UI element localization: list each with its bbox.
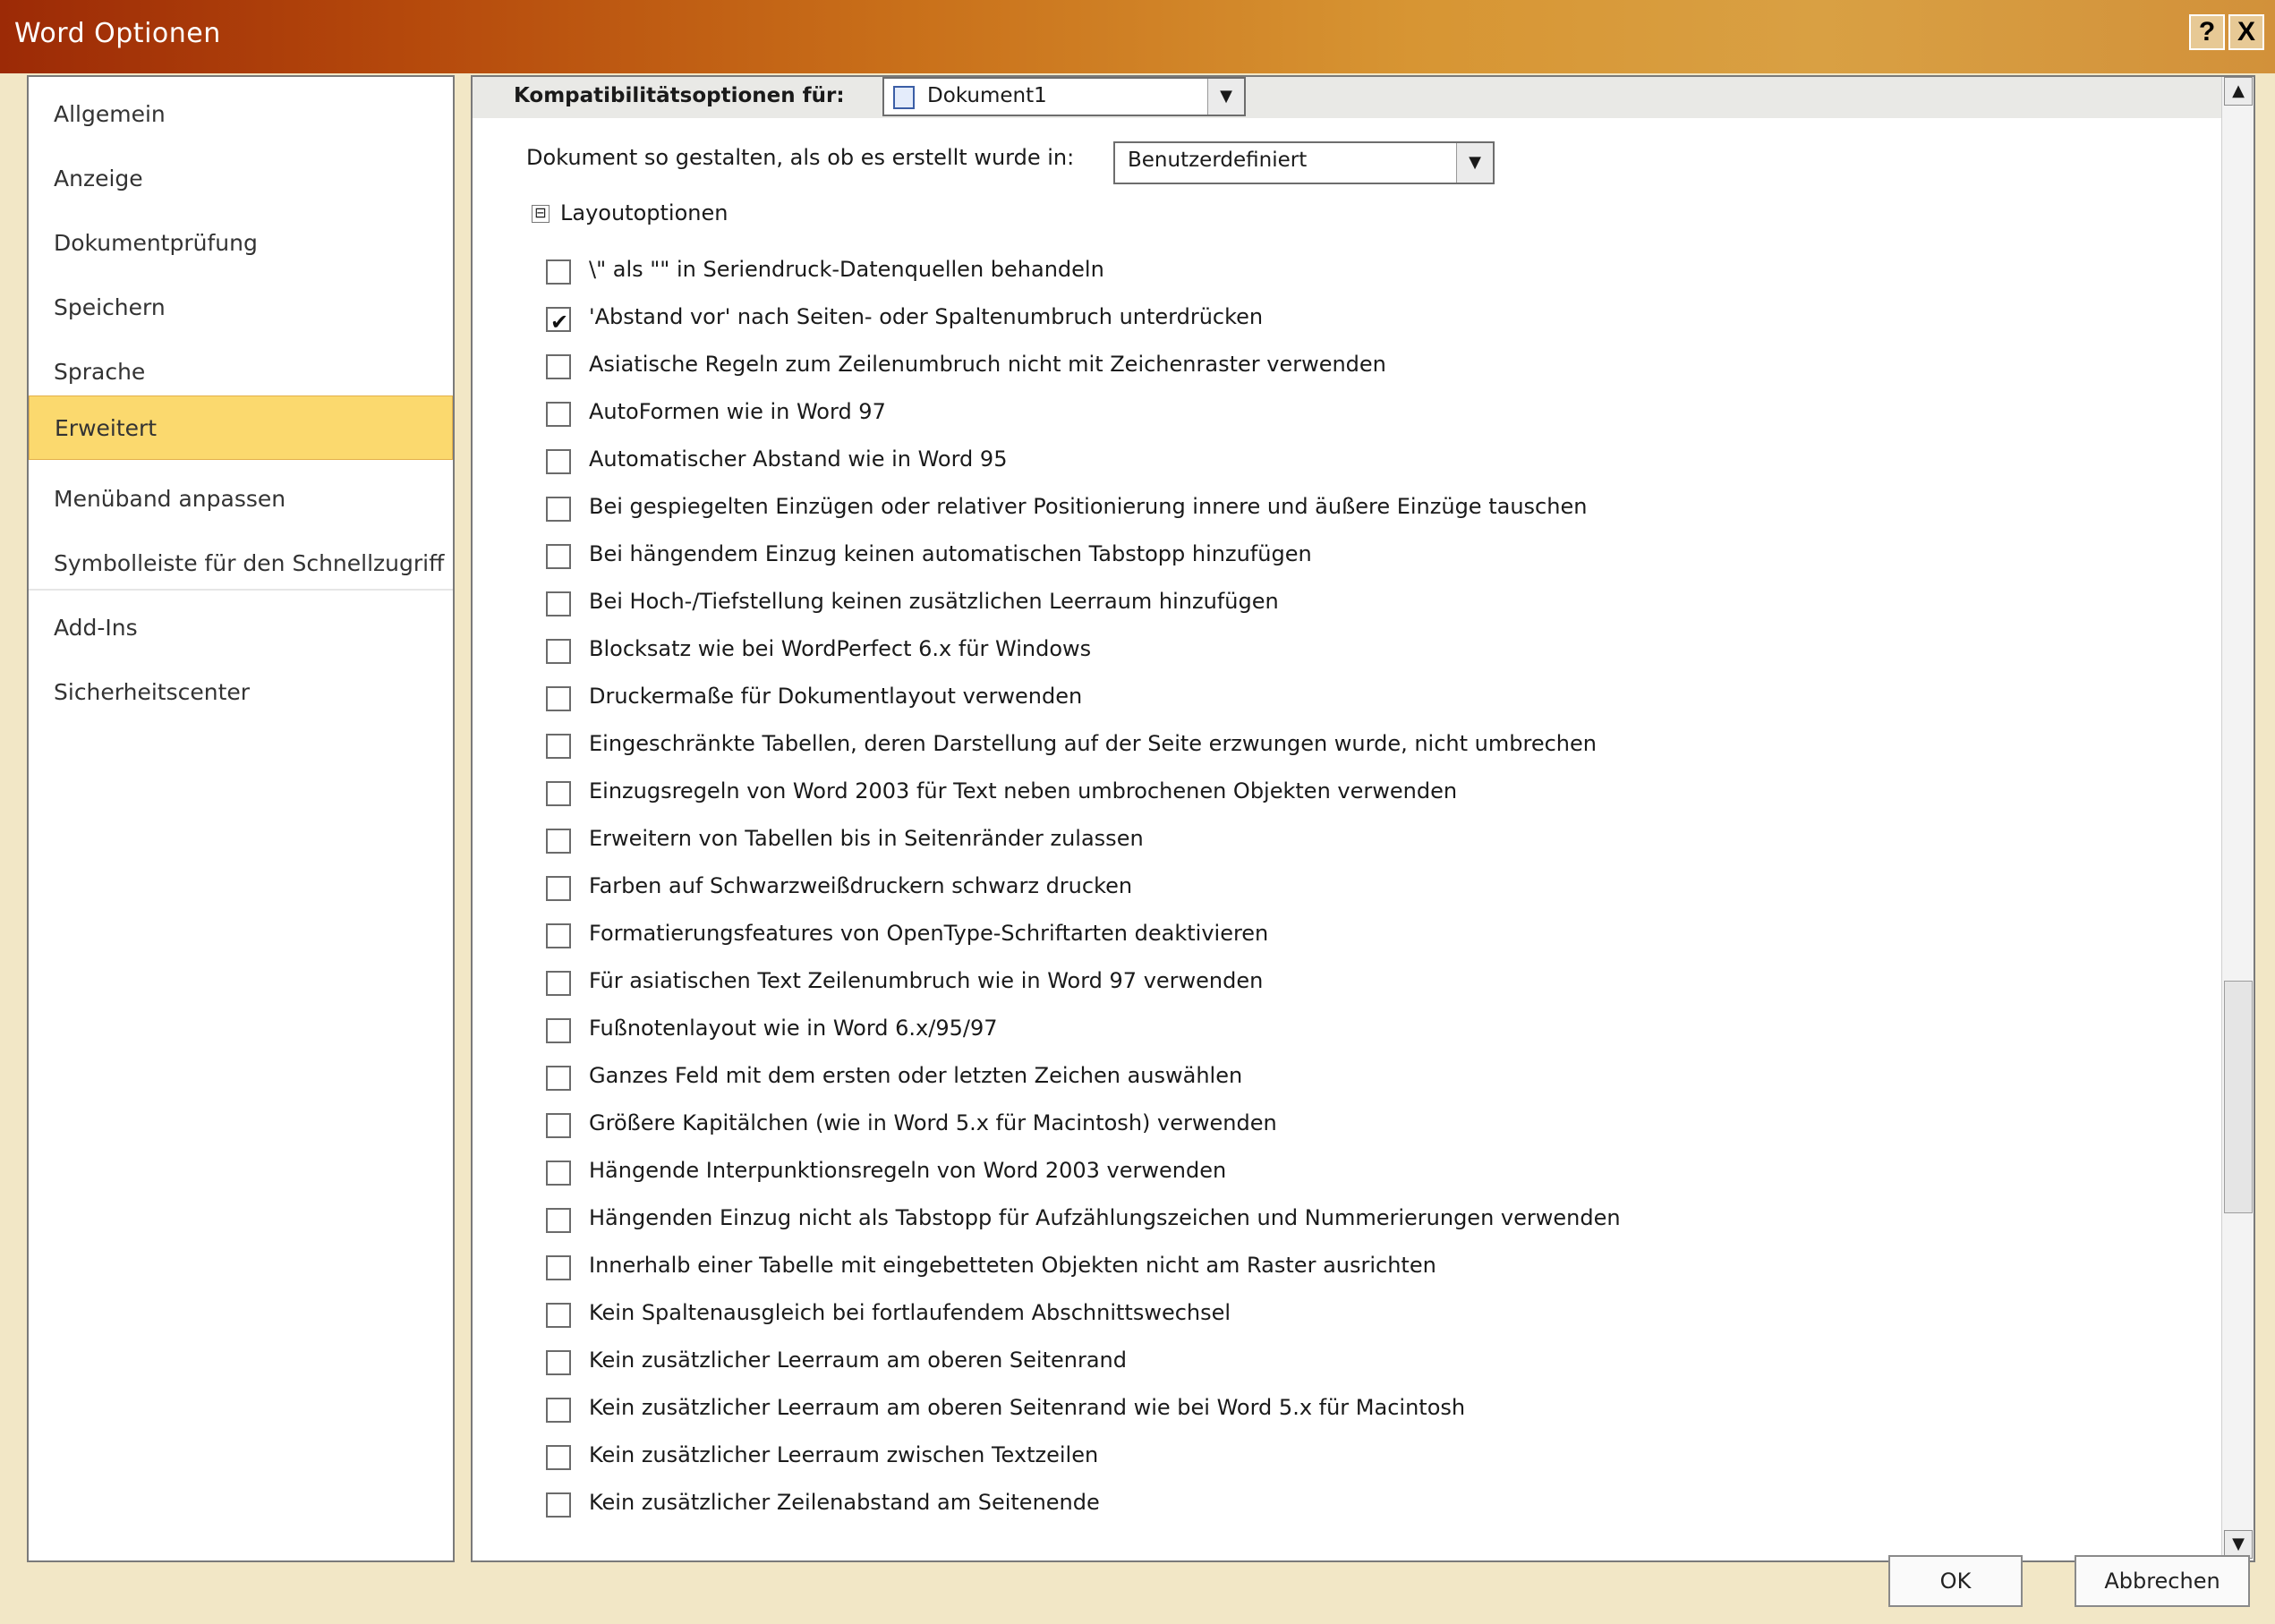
options-sidebar: Allgemein Anzeige Dokumentprüfung Speich… xyxy=(27,75,455,1562)
option-label: Für asiatischen Text Zeilenumbruch wie i… xyxy=(589,968,1264,993)
option-label: Fußnotenlayout wie in Word 6.x/95/97 xyxy=(589,1016,998,1041)
option-label: Asiatische Regeln zum Zeilenumbruch nich… xyxy=(589,352,1386,377)
content-scrollbar[interactable]: ▲ ▼ xyxy=(2221,77,2254,1560)
title-bar: Word Optionen ? X xyxy=(0,0,2275,73)
option-label: Hängende Interpunktionsregeln von Word 2… xyxy=(589,1158,1227,1183)
compat-label: Kompatibilitätsoptionen für: xyxy=(514,84,845,107)
option-label: Innerhalb einer Tabelle mit eingebettete… xyxy=(589,1253,1436,1278)
option-label: Kein zusätzlicher Leerraum zwischen Text… xyxy=(589,1442,1099,1467)
sidebar-item-dokumentpruefung[interactable]: Dokumentprüfung xyxy=(29,211,453,276)
docgen-version-value: Benutzerdefiniert xyxy=(1128,149,1308,172)
option-label: Hängenden Einzug nicht als Tabstopp für … xyxy=(589,1205,1621,1230)
option-label: \" als "" in Seriendruck-Datenquellen be… xyxy=(589,257,1104,282)
option-checkbox[interactable] xyxy=(546,1018,571,1043)
docgen-label: Dokument so gestalten, als ob es erstell… xyxy=(526,145,1075,170)
option-checkbox[interactable] xyxy=(546,1445,571,1470)
cancel-button[interactable]: Abbrechen xyxy=(2075,1555,2250,1607)
sidebar-divider xyxy=(29,589,453,591)
compat-header: Kompatibilitätsoptionen für: Dokument1 ▼ xyxy=(473,77,2221,118)
option-label: 'Abstand vor' nach Seiten- oder Spaltenu… xyxy=(589,304,1264,329)
option-label: Blocksatz wie bei WordPerfect 6.x für Wi… xyxy=(589,636,1092,661)
sidebar-item-allgemein[interactable]: Allgemein xyxy=(29,82,453,147)
scroll-thumb[interactable] xyxy=(2224,981,2253,1213)
sidebar-item-erweitert[interactable]: Erweitert xyxy=(29,395,453,460)
option-label: Druckermaße für Dokumentlayout verwenden xyxy=(589,684,1083,709)
window-title: Word Optionen xyxy=(14,18,221,49)
option-checkbox[interactable] xyxy=(546,971,571,996)
scroll-up-icon[interactable]: ▲ xyxy=(2224,77,2253,106)
option-label: Automatischer Abstand wie in Word 95 xyxy=(589,446,1008,472)
chevron-down-icon: ▼ xyxy=(1207,79,1244,115)
option-checkbox[interactable] xyxy=(546,402,571,427)
word-document-icon xyxy=(893,86,915,109)
option-label: Bei gespiegelten Einzügen oder relativer… xyxy=(589,494,1588,519)
sidebar-item-menueband-anpassen[interactable]: Menüband anpassen xyxy=(29,467,453,531)
option-checkbox[interactable] xyxy=(546,639,571,664)
option-checkbox[interactable] xyxy=(546,1492,571,1518)
option-label: Größere Kapitälchen (wie in Word 5.x für… xyxy=(589,1110,1277,1135)
option-checkbox[interactable] xyxy=(546,591,571,616)
option-checkbox[interactable] xyxy=(546,1350,571,1375)
option-checkbox[interactable] xyxy=(546,1255,571,1280)
option-checkbox[interactable] xyxy=(546,1208,571,1233)
option-checkbox[interactable] xyxy=(546,876,571,901)
option-checkbox[interactable] xyxy=(546,354,571,379)
option-label: Erweitern von Tabellen bis in Seitenränd… xyxy=(589,826,1144,851)
option-label: Bei Hoch-/Tiefstellung keinen zusätzlich… xyxy=(589,589,1279,614)
collapse-icon[interactable]: ⊟ xyxy=(532,205,550,223)
layout-options-heading[interactable]: ⊟ Layoutoptionen xyxy=(532,200,728,225)
option-checkbox[interactable] xyxy=(546,302,571,343)
option-label: Kein zusätzlicher Leerraum am oberen Sei… xyxy=(589,1395,1466,1420)
option-checkbox[interactable] xyxy=(546,449,571,474)
option-checkbox[interactable] xyxy=(546,923,571,948)
option-checkbox[interactable] xyxy=(546,1161,571,1186)
sidebar-item-schnellzugriff[interactable]: Symbolleiste für den Schnellzugriff xyxy=(29,531,453,596)
option-label: Farben auf Schwarzweißdruckern schwarz d… xyxy=(589,873,1133,898)
chevron-down-icon: ▼ xyxy=(1456,143,1493,183)
option-checkbox[interactable] xyxy=(546,1398,571,1423)
option-label: Formatierungsfeatures von OpenType-Schri… xyxy=(589,921,1269,946)
option-label: Kein zusätzlicher Zeilenabstand am Seite… xyxy=(589,1490,1100,1515)
option-checkbox[interactable] xyxy=(546,259,571,285)
option-label: Einzugsregeln von Word 2003 für Text neb… xyxy=(589,778,1458,803)
options-content-pane: Kompatibilitätsoptionen für: Dokument1 ▼… xyxy=(471,75,2255,1562)
sidebar-item-add-ins[interactable]: Add-Ins xyxy=(29,596,453,660)
option-label: AutoFormen wie in Word 97 xyxy=(589,399,886,424)
option-checkbox[interactable] xyxy=(546,781,571,806)
option-checkbox[interactable] xyxy=(546,829,571,854)
option-checkbox[interactable] xyxy=(546,1066,571,1091)
option-label: Kein Spaltenausgleich bei fortlaufendem … xyxy=(589,1300,1231,1325)
option-checkbox[interactable] xyxy=(546,686,571,711)
docgen-version-select[interactable]: Benutzerdefiniert ▼ xyxy=(1113,141,1495,184)
compat-document-select[interactable]: Dokument1 ▼ xyxy=(882,77,1246,116)
option-label: Ganzes Feld mit dem ersten oder letzten … xyxy=(589,1063,1243,1088)
help-button[interactable]: ? xyxy=(2189,14,2225,50)
option-checkbox[interactable] xyxy=(546,497,571,522)
option-checkbox[interactable] xyxy=(546,544,571,569)
option-label: Bei hängendem Einzug keinen automatische… xyxy=(589,541,1312,566)
close-button[interactable]: X xyxy=(2228,14,2264,50)
option-checkbox[interactable] xyxy=(546,1303,571,1328)
option-label: Kein zusätzlicher Leerraum am oberen Sei… xyxy=(589,1348,1127,1373)
ok-button[interactable]: OK xyxy=(1888,1555,2023,1607)
option-checkbox[interactable] xyxy=(546,734,571,759)
sidebar-item-sicherheitscenter[interactable]: Sicherheitscenter xyxy=(29,660,453,725)
sidebar-item-anzeige[interactable]: Anzeige xyxy=(29,147,453,211)
option-checkbox[interactable] xyxy=(546,1113,571,1138)
layout-options-label: Layoutoptionen xyxy=(560,200,729,225)
compat-document-value: Dokument1 xyxy=(927,84,1047,107)
option-label: Eingeschränkte Tabellen, deren Darstellu… xyxy=(589,731,1597,756)
sidebar-item-speichern[interactable]: Speichern xyxy=(29,276,453,340)
